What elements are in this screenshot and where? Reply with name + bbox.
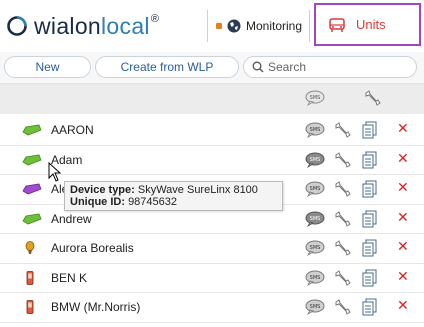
- properties-icon[interactable]: [362, 180, 378, 198]
- unit-row[interactable]: BEN K SMS ✕: [0, 263, 424, 293]
- sms-icon[interactable]: SMS: [305, 240, 325, 256]
- logo-main-text: wialon: [34, 12, 102, 39]
- unit-tooltip: Device type: SkyWave SureLinx 8100 Uniqu…: [64, 181, 283, 211]
- delete-icon[interactable]: ✕: [397, 122, 409, 136]
- create-from-wlp-button[interactable]: Create from WLP: [95, 56, 239, 78]
- delete-icon[interactable]: ✕: [397, 299, 409, 313]
- unit-row[interactable]: Adam SMS ✕: [0, 145, 424, 175]
- sms-icon[interactable]: SMS: [305, 299, 325, 315]
- logo-mark-icon: [7, 16, 27, 36]
- unit-row[interactable]: BMW (Mr.Norris) SMS ✕: [0, 293, 424, 323]
- svg-text:SMS: SMS: [310, 186, 321, 192]
- new-unit-button[interactable]: New: [4, 56, 91, 78]
- mouse-cursor-icon: [48, 162, 62, 182]
- svg-text:SMS: SMS: [310, 95, 321, 101]
- tooltip-unique-id-line: Unique ID: 98745632: [70, 196, 277, 208]
- divider: [309, 10, 310, 42]
- sms-icon[interactable]: SMS: [305, 181, 325, 197]
- svg-text:SMS: SMS: [310, 216, 321, 222]
- wrench-icon[interactable]: [333, 269, 351, 286]
- unit-row[interactable]: AARON SMS ✕: [0, 116, 424, 146]
- properties-icon[interactable]: [362, 151, 378, 169]
- purple-car-icon: [22, 183, 42, 195]
- wrench-icon[interactable]: [333, 299, 351, 315]
- green-car-icon: [22, 124, 42, 136]
- sms-column-icon[interactable]: SMS: [305, 90, 325, 106]
- svg-text:SMS: SMS: [310, 245, 321, 251]
- unit-name: AARON: [51, 123, 94, 137]
- balloon-icon: [25, 241, 35, 254]
- nav-monitoring-label: Monitoring: [246, 19, 303, 33]
- properties-icon[interactable]: [362, 239, 378, 257]
- globe-icon: [227, 19, 241, 33]
- search-icon: [252, 61, 264, 73]
- units-list: AARON SMS ✕ Adam SMS ✕ Ale SMS ✕ Andrew …: [0, 116, 424, 323]
- search-box[interactable]: [243, 56, 417, 78]
- wrench-icon[interactable]: [333, 181, 351, 197]
- unit-name: Andrew: [51, 211, 92, 226]
- svg-text:SMS: SMS: [310, 304, 321, 310]
- wrench-icon[interactable]: [333, 151, 351, 168]
- svg-text:SMS: SMS: [310, 157, 321, 163]
- svg-text:SMS: SMS: [310, 127, 321, 133]
- properties-icon[interactable]: [362, 210, 378, 228]
- green-car-icon: [22, 213, 42, 224]
- car-icon: [329, 17, 345, 32]
- wrench-icon[interactable]: [333, 240, 351, 256]
- delete-icon[interactable]: ✕: [397, 270, 409, 284]
- wrench-icon[interactable]: [333, 122, 351, 138]
- logo-local-text: local: [101, 12, 150, 39]
- unit-name: BMW (Mr.Norris): [51, 300, 141, 314]
- tooltip-unique-id-value: 98745632: [128, 196, 178, 208]
- svg-text:SMS: SMS: [310, 275, 321, 281]
- green-car-icon: [22, 154, 42, 165]
- delete-icon[interactable]: ✕: [397, 152, 409, 166]
- table-header: SMS: [0, 84, 424, 114]
- wialon-logo[interactable]: wialonlocal®: [6, 8, 159, 44]
- phone-icon: [26, 300, 34, 314]
- divider: [207, 10, 208, 42]
- logo-registered-mark: ®: [150, 12, 160, 25]
- delete-icon[interactable]: ✕: [397, 181, 409, 195]
- orange-dot-icon: [216, 23, 222, 29]
- tooltip-device-type-line: Device type: SkyWave SureLinx 8100: [70, 184, 277, 196]
- delete-icon[interactable]: ✕: [397, 240, 409, 254]
- wrench-column-icon[interactable]: [363, 90, 381, 106]
- properties-icon[interactable]: [362, 298, 378, 316]
- tooltip-unique-id-label: Unique ID:: [70, 196, 125, 208]
- unit-name: Aurora Borealis: [51, 241, 134, 255]
- nav-units-label: Units: [356, 17, 386, 32]
- nav-monitoring[interactable]: Monitoring: [216, 8, 302, 44]
- top-bar: wialonlocal® Monitoring Units: [0, 0, 424, 53]
- sms-icon[interactable]: SMS: [305, 122, 325, 138]
- properties-icon[interactable]: [362, 121, 378, 139]
- tooltip-device-type-value: SkyWave SureLinx 8100: [137, 184, 258, 196]
- search-input[interactable]: [268, 60, 408, 74]
- tooltip-device-type-label: Device type:: [70, 184, 135, 196]
- unit-row[interactable]: Aurora Borealis SMS ✕: [0, 234, 424, 264]
- sms-icon[interactable]: SMS: [305, 152, 325, 168]
- nav-units[interactable]: Units: [314, 3, 421, 46]
- unit-name: BEN K: [51, 270, 88, 285]
- wrench-icon[interactable]: [333, 210, 351, 227]
- properties-icon[interactable]: [362, 269, 378, 287]
- sms-icon[interactable]: SMS: [305, 270, 325, 286]
- phone-icon: [26, 270, 34, 285]
- logo-text: wialonlocal®: [34, 13, 159, 40]
- sms-icon[interactable]: SMS: [305, 211, 325, 227]
- units-toolbar: New Create from WLP: [0, 52, 424, 84]
- delete-icon[interactable]: ✕: [397, 211, 409, 225]
